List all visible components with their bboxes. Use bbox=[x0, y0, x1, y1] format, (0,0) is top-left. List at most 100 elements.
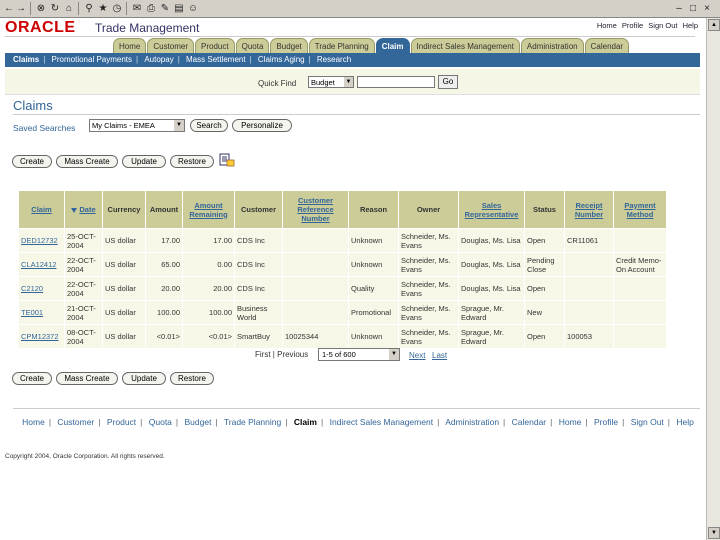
table-header-row: Claim Date Currency Amount Amount Remain… bbox=[18, 190, 667, 229]
global-link-home[interactable]: Home bbox=[597, 21, 617, 30]
update-button-bottom[interactable]: Update bbox=[122, 372, 166, 385]
chevron-down-icon[interactable]: ▼ bbox=[389, 349, 399, 360]
stop-icon[interactable]: ⊗ bbox=[34, 2, 48, 15]
footer-link-sign-out[interactable]: Sign Out bbox=[631, 417, 664, 427]
tab-home[interactable]: Home bbox=[113, 38, 147, 53]
tab-quota[interactable]: Quota bbox=[235, 38, 270, 53]
column-header-amount-remaining[interactable]: Amount Remaining bbox=[182, 190, 235, 229]
print-icon[interactable]: ⎙ bbox=[144, 2, 158, 15]
tab-product[interactable]: Product bbox=[195, 38, 235, 53]
pager-range-select[interactable]: 1-5 of 600 ▼ bbox=[318, 348, 400, 361]
pager-next-link[interactable]: Next bbox=[409, 351, 425, 360]
cell-claim-link[interactable]: C2120 bbox=[18, 276, 65, 301]
tab-administration[interactable]: Administration bbox=[520, 38, 584, 53]
restore-button-bottom[interactable]: Restore bbox=[170, 372, 214, 385]
cell-customer: Business World bbox=[234, 300, 283, 325]
discuss-icon[interactable]: ▤ bbox=[172, 2, 186, 15]
personalize-button[interactable]: Personalize bbox=[232, 119, 292, 132]
pager-first: First bbox=[255, 350, 271, 359]
mail-icon[interactable]: ✉ bbox=[130, 2, 144, 15]
tab-customer[interactable]: Customer bbox=[147, 38, 195, 53]
history-icon[interactable]: ◷ bbox=[110, 2, 124, 15]
export-icon[interactable] bbox=[219, 153, 235, 167]
mass-create-button[interactable]: Mass Create bbox=[56, 155, 118, 168]
footer-separator: | bbox=[667, 417, 670, 427]
create-button[interactable]: Create bbox=[12, 155, 52, 168]
refresh-icon[interactable]: ↻ bbox=[48, 2, 62, 15]
column-header-receipt-number[interactable]: Receipt Number bbox=[564, 190, 614, 229]
edit-icon[interactable]: ✎ bbox=[158, 2, 172, 15]
footer-link-administration[interactable]: Administration bbox=[445, 417, 499, 427]
column-header-payment-method[interactable]: Payment Method bbox=[613, 190, 667, 229]
subtab-mass-settlement[interactable]: Mass Settlement bbox=[186, 53, 246, 67]
pager-last-link[interactable]: Last bbox=[432, 351, 447, 360]
cell-receipt-number: 100053 bbox=[564, 324, 614, 349]
column-header-claim[interactable]: Claim bbox=[18, 190, 65, 229]
tab-indirect-sales-management[interactable]: Indirect Sales Management bbox=[410, 38, 520, 53]
create-button-bottom[interactable]: Create bbox=[12, 372, 52, 385]
footer-link-quota[interactable]: Quota bbox=[149, 417, 172, 427]
cell-customer-reference: 10025344 bbox=[282, 324, 349, 349]
search-button[interactable]: Search bbox=[190, 119, 228, 132]
subtab-claims[interactable]: Claims bbox=[13, 53, 39, 67]
forward-icon[interactable]: → bbox=[14, 2, 28, 15]
footer-link-product[interactable]: Product bbox=[107, 417, 136, 427]
footer-link-home[interactable]: Home bbox=[22, 417, 45, 427]
column-header-customer-reference-number[interactable]: Customer Reference Number bbox=[282, 190, 349, 229]
scroll-down-icon[interactable]: ▼ bbox=[708, 527, 720, 539]
footer-link-home-global[interactable]: Home bbox=[559, 417, 582, 427]
column-header-date[interactable]: Date bbox=[64, 190, 103, 229]
global-link-help[interactable]: Help bbox=[683, 21, 698, 30]
global-link-sign-out[interactable]: Sign Out bbox=[648, 21, 677, 30]
update-button[interactable]: Update bbox=[122, 155, 166, 168]
restore-button[interactable]: Restore bbox=[170, 155, 214, 168]
mass-create-button-bottom[interactable]: Mass Create bbox=[56, 372, 118, 385]
quick-find-go-button[interactable]: Go bbox=[438, 75, 458, 89]
saved-search-select[interactable]: My Claims - EMEA ▼ bbox=[89, 119, 185, 132]
search-icon[interactable]: ⚲ bbox=[82, 2, 96, 15]
favorites-icon[interactable]: ★ bbox=[96, 2, 110, 15]
cell-payment-method bbox=[613, 228, 667, 253]
tab-calendar[interactable]: Calendar bbox=[584, 38, 630, 53]
minimize-icon[interactable]: – bbox=[672, 2, 686, 15]
footer-link-trade-planning[interactable]: Trade Planning bbox=[224, 417, 281, 427]
subtab-research[interactable]: Research bbox=[317, 53, 351, 67]
quick-find-input[interactable] bbox=[357, 76, 435, 88]
footer-link-indirect-sales-management[interactable]: Indirect Sales Management bbox=[330, 417, 433, 427]
scroll-up-icon[interactable]: ▲ bbox=[708, 19, 720, 31]
subtab-promotional-payments[interactable]: Promotional Payments bbox=[52, 53, 132, 67]
cell-claim-link[interactable]: CPM12372 bbox=[18, 324, 65, 349]
footer-link-budget[interactable]: Budget bbox=[185, 417, 212, 427]
subtab-claims-aging[interactable]: Claims Aging bbox=[258, 53, 305, 67]
column-header-sales-representative[interactable]: Sales Representative bbox=[458, 190, 525, 229]
footer-link-profile[interactable]: Profile bbox=[594, 417, 618, 427]
footer-separator: | bbox=[175, 417, 179, 427]
home-icon[interactable]: ⌂ bbox=[62, 2, 76, 15]
vertical-scrollbar[interactable]: ▲ ▼ bbox=[706, 18, 720, 540]
cell-reason: Unknown bbox=[348, 252, 399, 277]
column-header-date-label: Date bbox=[79, 205, 96, 214]
chevron-down-icon[interactable]: ▼ bbox=[344, 77, 353, 87]
footer-link-customer[interactable]: Customer bbox=[57, 417, 94, 427]
cell-claim-link[interactable]: CLA12412 bbox=[18, 252, 65, 277]
tab-claim[interactable]: Claim bbox=[375, 38, 410, 53]
cell-claim-link[interactable]: DED12732 bbox=[18, 228, 65, 253]
cell-claim-link[interactable]: TE001 bbox=[18, 300, 65, 325]
cell-customer: CDS Inc bbox=[234, 228, 283, 253]
footer-link-calendar[interactable]: Calendar bbox=[512, 417, 547, 427]
footer-separator: | bbox=[98, 417, 101, 427]
subtab-autopay[interactable]: Autopay bbox=[144, 53, 173, 67]
footer-link-help[interactable]: Help bbox=[676, 417, 693, 427]
global-link-profile[interactable]: Profile bbox=[622, 21, 643, 30]
messenger-icon[interactable]: ☺ bbox=[186, 2, 200, 15]
column-header-customer: Customer bbox=[234, 190, 283, 229]
footer-link-claim[interactable]: Claim bbox=[294, 417, 317, 427]
footer-links: Home | Customer | Product | Quota | Budget | … bbox=[18, 415, 698, 429]
close-icon[interactable]: × bbox=[700, 2, 714, 15]
tab-trade-planning[interactable]: Trade Planning bbox=[308, 38, 375, 53]
tab-budget[interactable]: Budget bbox=[270, 38, 308, 53]
chevron-down-icon[interactable]: ▼ bbox=[174, 120, 184, 131]
maximize-icon[interactable]: □ bbox=[686, 2, 700, 15]
cell-date: 21-OCT-2004 bbox=[64, 300, 103, 325]
quick-find-select[interactable]: Budget ▼ bbox=[308, 76, 354, 88]
